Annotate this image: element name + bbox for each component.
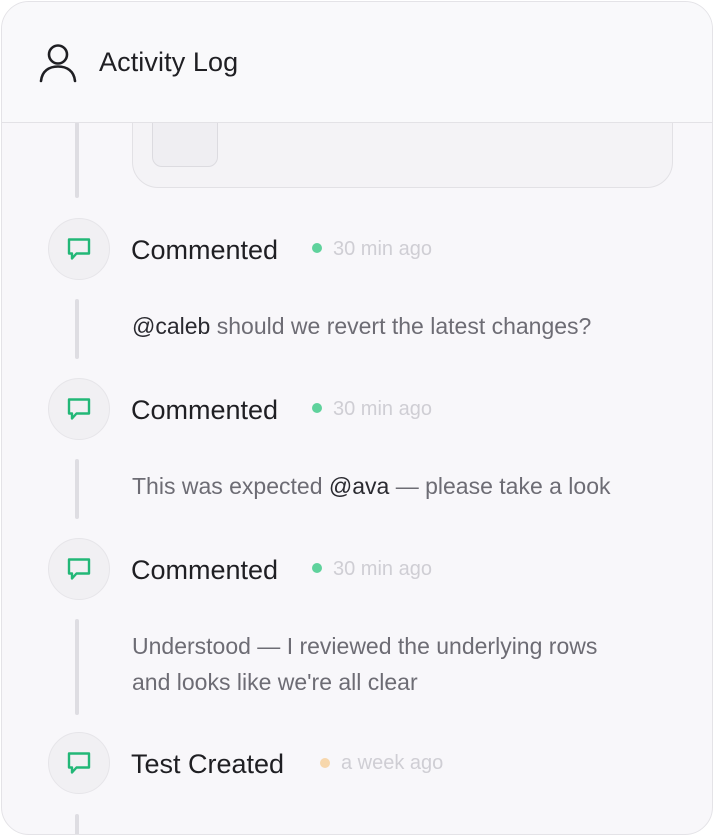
timeline-line xyxy=(75,459,79,519)
event-timestamp: 30 min ago xyxy=(333,398,432,420)
event-timestamp: 30 min ago xyxy=(333,238,432,260)
page-title: Activity Log xyxy=(99,47,239,77)
activity-log-panel: Activity Log Commented 30 min ago @caleb… xyxy=(1,1,713,835)
timeline-line xyxy=(75,299,79,359)
event-title: Commented xyxy=(131,555,279,585)
comment-icon xyxy=(67,558,91,580)
user-mention[interactable]: @caleb xyxy=(132,313,210,339)
comment-text: This was expected @ava — please take a l… xyxy=(132,473,611,499)
event-title: Commented xyxy=(131,235,279,265)
event-icon-circle xyxy=(48,378,110,440)
event-icon-circle xyxy=(48,218,110,280)
comment-text: Understood — I reviewed the underlying r… xyxy=(132,633,598,695)
status-dot xyxy=(320,758,330,768)
status-dot xyxy=(312,563,322,573)
comment-icon xyxy=(67,398,91,420)
user-icon xyxy=(39,44,77,83)
event-title: Commented xyxy=(131,395,279,425)
timeline-line xyxy=(75,814,79,834)
event-title: Test Created xyxy=(131,749,285,779)
timeline-line xyxy=(75,619,79,715)
comment-text: @caleb should we revert the latest chang… xyxy=(132,313,592,339)
timeline-line xyxy=(75,122,79,198)
user-mention[interactable]: @ava xyxy=(329,473,389,499)
status-dot xyxy=(312,243,322,253)
panel-header: Activity Log xyxy=(2,2,712,123)
comment-icon xyxy=(67,752,91,774)
comment-icon xyxy=(67,238,91,260)
event-timestamp: a week ago xyxy=(341,752,444,774)
event-timestamp: 30 min ago xyxy=(333,558,432,580)
event-icon-circle xyxy=(48,732,110,794)
event-icon-circle xyxy=(48,538,110,600)
status-dot xyxy=(312,403,322,413)
